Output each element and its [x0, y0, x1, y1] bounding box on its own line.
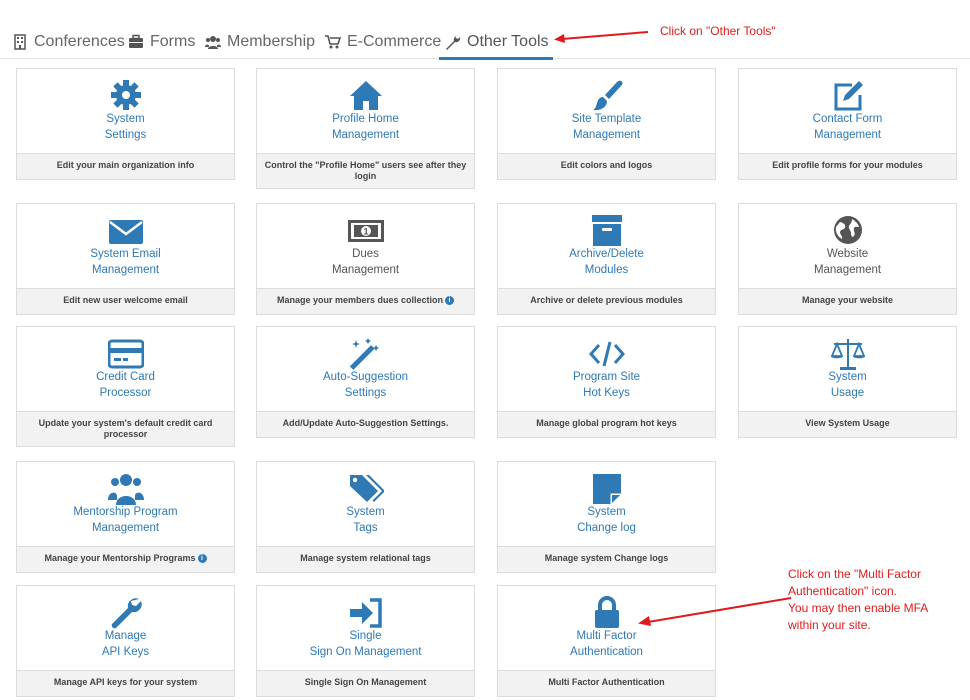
tab-ecommerce[interactable]: E-Commerce: [325, 26, 441, 58]
card-description: Add/Update Auto-Suggestion Settings.: [257, 411, 474, 437]
card-title: System Change log: [577, 506, 636, 534]
card-title: Website Management: [813, 248, 882, 276]
tab-label: E-Commerce: [347, 33, 442, 50]
svg-text:1: 1: [363, 227, 368, 237]
card-program-hot-keys[interactable]: Program Site Hot Keys Manage global progr…: [497, 326, 716, 438]
card-description: Manage system Change logs: [498, 546, 715, 572]
wrench-icon: [108, 596, 144, 630]
card-title: Site Template Management: [571, 113, 642, 141]
card-description: Manage global program hot keys: [498, 411, 715, 437]
card-system-usage[interactable]: System Usage View System Usage: [738, 326, 957, 438]
card-title: Credit Card Processor: [96, 371, 155, 399]
card-title: Mentorship Program Management: [73, 506, 178, 534]
card-title: Auto-Suggestion Settings: [322, 371, 409, 399]
card-title: System Settings: [104, 113, 147, 141]
card-description: Manage system relational tags: [257, 546, 474, 572]
card-description: Manage your Mentorship Programs i: [17, 546, 234, 572]
tab-other-tools[interactable]: Other Tools: [439, 26, 553, 60]
tab-label: Conferences: [34, 33, 125, 50]
envelope-icon: [108, 214, 144, 248]
tab-label: Other Tools: [467, 33, 549, 50]
card-title: Multi Factor Authentication: [570, 630, 643, 658]
edit-icon: [830, 79, 866, 113]
card-archive-delete[interactable]: Archive/Delete Modules Archive or delete …: [497, 203, 716, 315]
card-dues[interactable]: 1 Dues Management Manage your members due…: [256, 203, 475, 315]
card-api-keys[interactable]: Manage API Keys Manage API keys for your …: [16, 585, 235, 697]
card-credit-card[interactable]: Credit Card Processor Update your system'…: [16, 326, 235, 447]
briefcase-icon: [129, 34, 143, 48]
annotation-other-tools: Click on "Other Tools": [660, 24, 776, 38]
card-description: Archive or delete previous modules: [498, 288, 715, 314]
card-title: Dues Management: [331, 248, 400, 276]
paintbrush-icon: [589, 79, 625, 113]
card-title: Single Sign On Management: [309, 630, 422, 658]
card-system-email[interactable]: System Email Management Edit new user wel…: [16, 203, 235, 315]
card-change-log[interactable]: System Change log Manage system Change lo…: [497, 461, 716, 573]
card-title: Manage API Keys: [101, 630, 150, 658]
sticky-note-icon: [589, 472, 625, 506]
card-title: System Email Management: [90, 248, 161, 276]
card-system-tags[interactable]: System Tags Manage system relational tags: [256, 461, 475, 573]
annotation-arrow-mfa: [638, 597, 792, 626]
card-auto-suggestion[interactable]: Auto-Suggestion Settings Add/Update Auto-…: [256, 326, 475, 438]
tags-icon: [348, 472, 385, 506]
wrench-icon: [446, 35, 461, 50]
card-description: Multi Factor Authentication: [498, 670, 715, 696]
info-icon[interactable]: i: [445, 296, 455, 306]
card-description: Edit profile forms for your modules: [739, 153, 956, 179]
credit-card-icon: [107, 337, 144, 371]
card-website[interactable]: Website Management Manage your website: [738, 203, 957, 315]
code-icon: [588, 337, 625, 371]
group-icon: [107, 472, 144, 506]
cart-icon: [325, 35, 341, 49]
card-single-sign-on[interactable]: Single Sign On Management Single Sign On …: [256, 585, 475, 697]
card-description: Control the "Profile Home" users see aft…: [257, 153, 474, 188]
card-description: Update your system's default credit card…: [17, 411, 234, 446]
sign-in-icon: [348, 596, 384, 630]
card-system-settings[interactable]: System Settings Edit your main organizati…: [16, 68, 235, 180]
card-description: Edit colors and logos: [498, 153, 715, 179]
tab-conferences[interactable]: Conferences: [12, 26, 125, 58]
card-title: Archive/Delete Modules: [569, 248, 644, 276]
globe-icon: [830, 214, 866, 248]
card-title: System Tags: [346, 506, 385, 534]
card-mentorship[interactable]: Mentorship Program Management Manage your…: [16, 461, 235, 573]
card-title: System Usage: [828, 371, 867, 399]
balance-scale-icon: [830, 337, 866, 371]
building-icon: [14, 34, 26, 50]
card-description: Manage your website: [739, 288, 956, 314]
home-icon: [348, 79, 384, 113]
card-title: Program Site Hot Keys: [572, 371, 641, 399]
gear-icon: [108, 79, 144, 113]
tab-label: Membership: [227, 33, 316, 50]
module-tabs: Conferences Forms Membership E-Commerce …: [0, 18, 970, 60]
card-title: Contact Form Management: [812, 113, 883, 141]
card-site-template[interactable]: Site Template Management Edit colors and …: [497, 68, 716, 180]
card-title: Profile Home Management: [331, 113, 400, 141]
tab-membership[interactable]: Membership: [205, 26, 315, 58]
info-icon[interactable]: i: [197, 554, 207, 564]
tab-forms[interactable]: Forms: [128, 26, 195, 58]
card-description: Manage your members dues collection i: [257, 288, 474, 314]
card-description: Edit your main organization info: [17, 153, 234, 179]
money-icon: 1: [347, 214, 384, 248]
users-icon: [205, 36, 221, 49]
card-description: Edit new user welcome email: [17, 288, 234, 314]
card-profile-home[interactable]: Profile Home Management Control the "Prof…: [256, 68, 475, 189]
archive-icon: [589, 214, 625, 248]
card-description: Single Sign On Management: [257, 670, 474, 696]
annotation-mfa: Click on the "Multi Factor Authenticatio…: [788, 567, 929, 632]
lock-icon: [589, 596, 625, 630]
card-contact-form[interactable]: Contact Form Management Edit profile form…: [738, 68, 957, 180]
card-description: View System Usage: [739, 411, 956, 437]
tab-label: Forms: [150, 33, 196, 50]
card-description: Manage API keys for your system: [17, 670, 234, 696]
annotation-arrow-tools: [554, 31, 649, 43]
magic-wand-icon: [348, 337, 384, 371]
